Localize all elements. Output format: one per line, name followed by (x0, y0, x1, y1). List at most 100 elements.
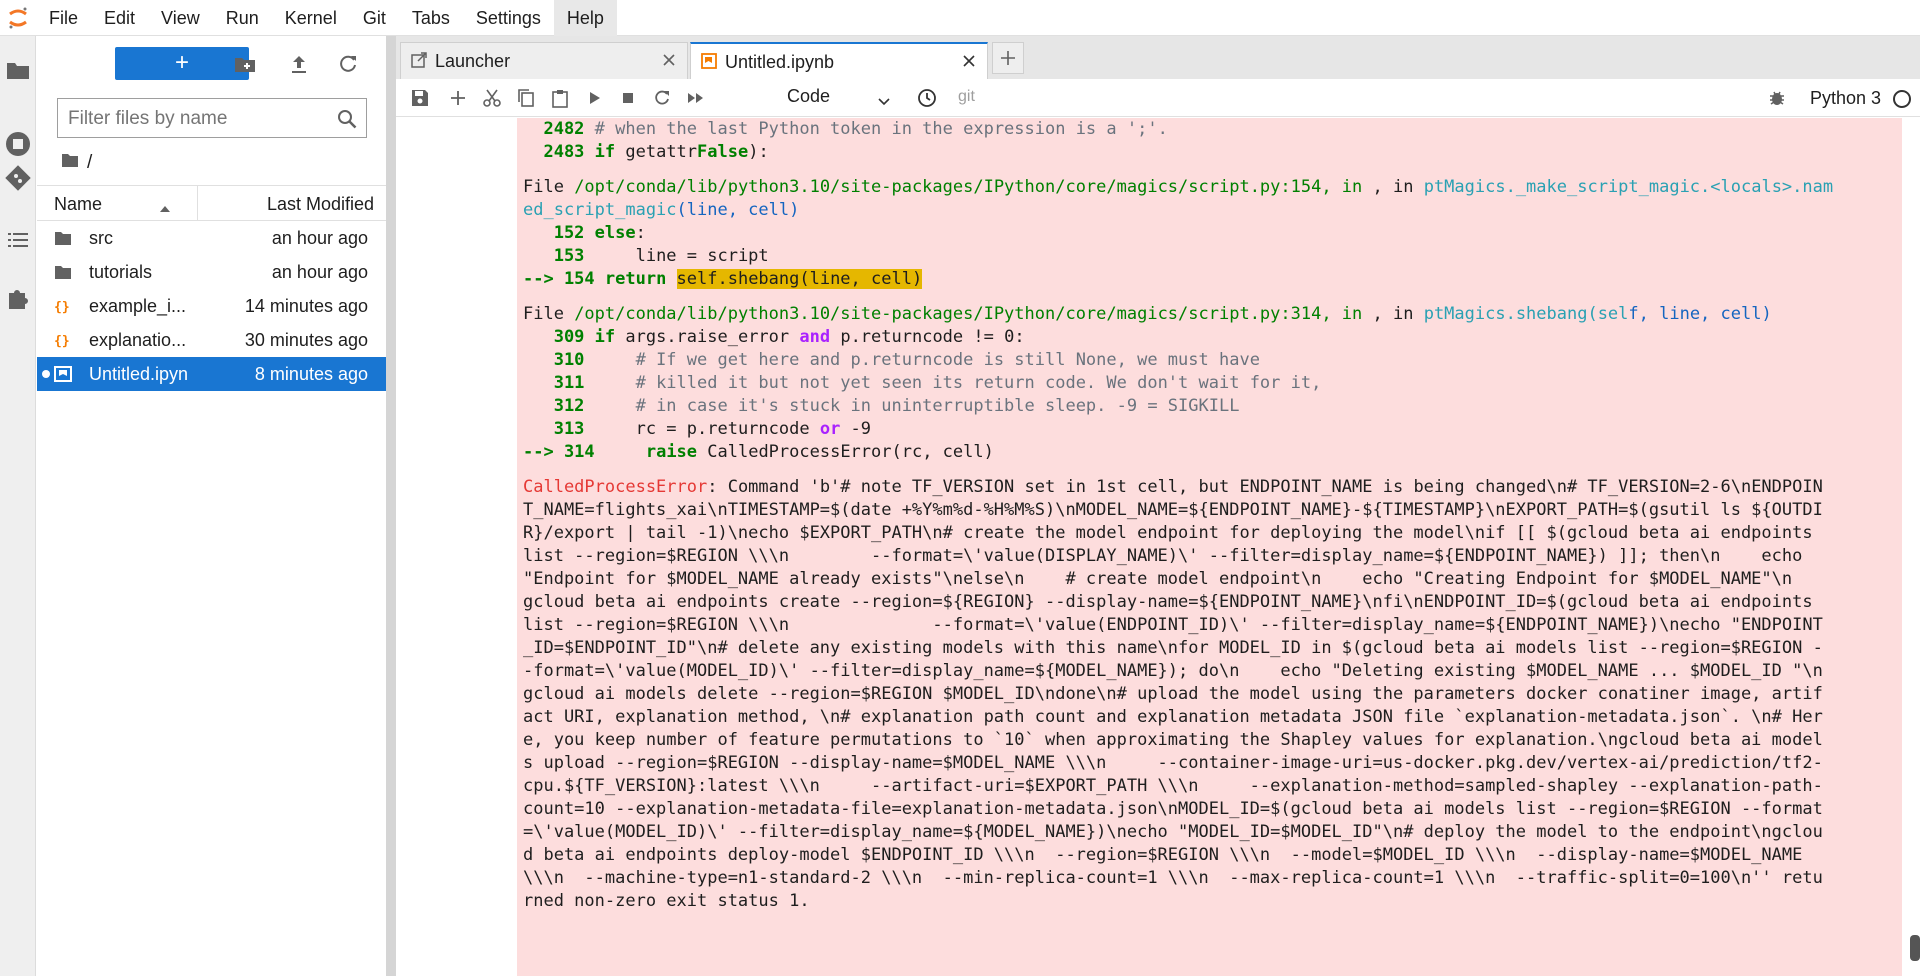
chevron-down-icon[interactable] (878, 93, 890, 106)
traceback-line: 312 # in case it's stuck in uninterrupti… (523, 396, 1240, 416)
git-label[interactable]: git (958, 88, 975, 106)
file-modified: an hour ago (271, 262, 368, 282)
traceback-line: 311 # killed it but not yet seen its ret… (523, 373, 1322, 393)
menu-edit[interactable]: Edit (91, 0, 148, 36)
copy-icon[interactable] (516, 88, 536, 108)
notebook-toolbar: Code git Python 3 (396, 79, 1920, 117)
error-message-line: =\'value(MODEL_ID)\' --filter=display_na… (523, 822, 1823, 842)
close-icon[interactable] (961, 53, 977, 69)
error-message-line: "Endpoint for $MODEL_NAME already exists… (523, 569, 1793, 589)
restart-icon[interactable] (652, 88, 672, 108)
folder-icon (54, 264, 72, 280)
insert-cell-icon[interactable] (448, 88, 468, 108)
traceback-file-line: ed_script_magic(line, cell) (523, 200, 800, 220)
column-divider[interactable] (197, 186, 198, 220)
sort-ascending-icon[interactable] (159, 198, 171, 212)
traceback-line: 310 # If we get here and p.returncode is… (523, 350, 1260, 370)
breadcrumb: / (61, 150, 92, 176)
refresh-icon[interactable] (336, 52, 360, 76)
error-message-line: list --region=$REGION \\\n --format=\'va… (523, 546, 1803, 566)
traceback-line: --> 314 raise CalledProcessError(rc, cel… (523, 442, 994, 462)
git-icon[interactable] (4, 164, 32, 192)
kernel-name[interactable]: Python 3 (1810, 88, 1881, 109)
stop-icon[interactable] (618, 88, 638, 108)
file-row-tutorials[interactable]: tutorials an hour ago (37, 255, 386, 289)
close-icon[interactable] (661, 52, 677, 68)
json-file-icon: {} (54, 332, 72, 349)
error-message-line: _ID=$ENDPOINT_ID"\n# delete any existing… (523, 638, 1823, 658)
menu-file[interactable]: File (36, 0, 91, 36)
menu-view[interactable]: View (148, 0, 213, 36)
panel-splitter[interactable] (386, 36, 396, 976)
file-name: tutorials (89, 262, 153, 282)
error-message-line: e, you keep number of feature permutatio… (523, 730, 1823, 750)
extension-manager-icon[interactable] (4, 284, 32, 312)
new-launcher-button[interactable]: + (115, 47, 249, 80)
main-area: Launcher Untitled.ipynb Code git Python … (396, 36, 1920, 976)
launcher-icon (411, 52, 427, 68)
breadcrumb-folder-icon[interactable] (61, 152, 79, 174)
traceback-file-line: File /opt/conda/lib/python3.10/site-pack… (523, 304, 1772, 324)
error-message-line: act URI, explanation method, \n# explana… (523, 707, 1823, 727)
restart-run-all-icon[interactable] (686, 88, 706, 108)
file-name: Untitled.ipyn... (89, 364, 189, 384)
file-browser-panel: + / Name Last Modified src (37, 36, 386, 976)
file-row-untitled[interactable]: Untitled.ipyn... 8 minutes ago (37, 357, 386, 391)
error-message-line: -format=\'value(MODEL_ID)\' --filter=dis… (523, 661, 1823, 681)
search-icon (336, 108, 358, 130)
file-modified: 8 minutes ago (254, 364, 368, 384)
file-name: example_i... (89, 296, 187, 316)
notebook-icon (701, 53, 717, 69)
tab-untitled-notebook[interactable]: Untitled.ipynb (690, 42, 988, 79)
breadcrumb-root[interactable]: / (87, 152, 92, 174)
add-tab-button[interactable] (992, 42, 1024, 74)
file-row-src[interactable]: src an hour ago (37, 221, 386, 255)
scrollbar-thumb[interactable] (1910, 935, 1920, 961)
menu-settings[interactable]: Settings (463, 0, 554, 36)
save-icon[interactable] (410, 88, 430, 108)
run-icon[interactable] (584, 88, 604, 108)
filter-input[interactable] (68, 106, 328, 132)
cut-icon[interactable] (482, 88, 502, 108)
file-modified: an hour ago (271, 228, 368, 248)
new-folder-icon[interactable] (233, 52, 257, 76)
menu-run[interactable]: Run (213, 0, 272, 36)
traceback-line: 153 line = script (523, 246, 769, 266)
running-kernels-icon[interactable] (4, 130, 32, 158)
error-message-line: T_NAME=flights_xai\nTIMESTAMP=$(date +%Y… (523, 500, 1823, 520)
jupyter-logo-icon (0, 0, 36, 36)
json-file-icon: {} (54, 298, 72, 315)
notebook-icon (54, 366, 72, 382)
menu-help[interactable]: Help (553, 0, 617, 36)
clock-icon[interactable] (917, 88, 937, 108)
error-message-line: list --region=$REGION \\\n --format=\'va… (523, 615, 1823, 635)
column-modified-header[interactable]: Last Modified (267, 194, 374, 215)
traceback-line: 152 else: (523, 223, 646, 243)
file-name: explanatio... (89, 330, 187, 350)
error-message-line: cpu.${TF_VERSION}:latest \\\n --artifact… (523, 776, 1823, 796)
menu-kernel[interactable]: Kernel (272, 0, 350, 36)
filter-field[interactable] (57, 98, 367, 138)
left-sidebar (0, 36, 36, 976)
notebook-content[interactable]: 2482 # when the last Python token in the… (396, 118, 1920, 976)
traceback-file-line: File /opt/conda/lib/python3.10/site-pack… (523, 177, 1834, 197)
error-message-line: gcloud beta ai endpoints create --region… (523, 592, 1813, 612)
file-modified: 14 minutes ago (244, 296, 368, 316)
error-message-line: \\\n --machine-type=n1-standard-2 \\\n -… (523, 868, 1823, 888)
debugger-bug-icon[interactable] (1767, 88, 1787, 108)
upload-icon[interactable] (287, 52, 311, 76)
file-row-example[interactable]: {} example_i... 14 minutes ago (37, 289, 386, 323)
kernel-status-indicator (1893, 90, 1911, 108)
file-row-explanation[interactable]: {} explanatio... 30 minutes ago (37, 323, 386, 357)
menu-git[interactable]: Git (350, 0, 399, 36)
tab-launcher[interactable]: Launcher (400, 42, 688, 79)
table-of-contents-icon[interactable] (4, 226, 32, 254)
folder-icon[interactable] (4, 56, 32, 84)
paste-icon[interactable] (550, 88, 570, 108)
error-message-line: CalledProcessError: Command 'b'# note TF… (523, 477, 1823, 497)
menu-tabs[interactable]: Tabs (399, 0, 463, 36)
svg-text:{}: {} (54, 334, 70, 348)
error-message-line: gcloud ai models delete --region=$REGION… (523, 684, 1823, 704)
column-name-header[interactable]: Name (54, 194, 102, 215)
menu-bar: File Edit View Run Kernel Git Tabs Setti… (0, 0, 1920, 36)
